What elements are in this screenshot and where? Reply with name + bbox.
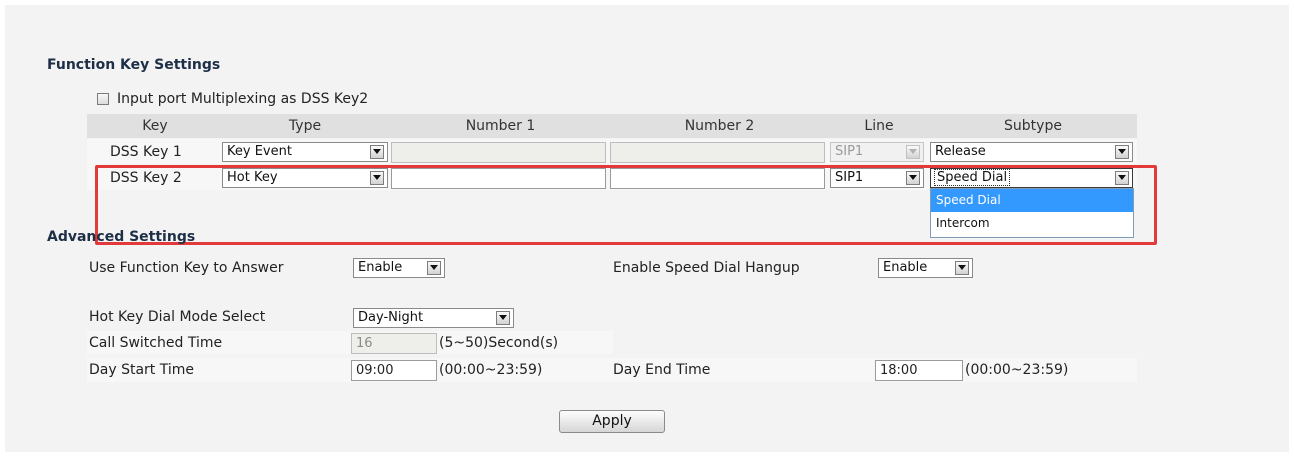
row1-number2-input (610, 142, 825, 163)
chevron-down-icon (906, 145, 920, 159)
row1-line-value: SIP1 (835, 144, 864, 159)
hotkey-mode-select[interactable]: Day-Night (353, 308, 514, 328)
speed-dial-hangup-label: Enable Speed Dial Hangup (613, 260, 800, 276)
advanced-settings-title: Advanced Settings (47, 229, 196, 245)
chevron-down-icon (370, 145, 384, 159)
day-end-label: Day End Time (613, 362, 711, 378)
use-fk-answer-label: Use Function Key to Answer (89, 260, 284, 276)
hotkey-mode-label: Hot Key Dial Mode Select (89, 309, 266, 325)
day-end-hint: (00:00~23:59) (965, 362, 1069, 378)
row1-subtype-select[interactable]: Release (930, 142, 1133, 162)
day-start-input[interactable]: 09:00 (351, 360, 437, 381)
row1-type-value: Key Event (227, 144, 292, 159)
header-number1: Number 1 (465, 118, 536, 134)
apply-button[interactable]: Apply (559, 410, 665, 433)
row1-subtype-value: Release (935, 144, 986, 159)
call-switched-label: Call Switched Time (89, 335, 223, 351)
header-type: Type (288, 118, 322, 134)
use-fk-answer-value: Enable (358, 260, 403, 275)
call-switched-hint: (5~50)Second(s) (439, 335, 559, 351)
speed-dial-hangup-select[interactable]: Enable (878, 258, 973, 278)
day-start-label: Day Start Time (89, 362, 195, 378)
settings-panel: Function Key Settings Input port Multipl… (5, 5, 1289, 452)
day-start-hint: (00:00~23:59) (439, 362, 543, 378)
row1-type-select[interactable]: Key Event (222, 142, 388, 162)
chevron-down-icon (496, 311, 510, 325)
header-number2: Number 2 (684, 118, 755, 134)
multiplex-checkbox[interactable] (97, 93, 109, 105)
highlight-frame (95, 165, 1157, 245)
speed-dial-hangup-value: Enable (883, 260, 928, 275)
row1-key: DSS Key 1 (110, 144, 182, 160)
call-switched-input: 16 (351, 333, 437, 354)
multiplex-label: Input port Multiplexing as DSS Key2 (117, 91, 369, 107)
day-end-input[interactable]: 18:00 (875, 360, 963, 381)
chevron-down-icon (427, 261, 441, 275)
chevron-down-icon (1115, 145, 1129, 159)
row1-number1-input (391, 142, 606, 163)
use-fk-answer-select[interactable]: Enable (353, 258, 445, 278)
header-line: Line (864, 118, 894, 134)
function-key-title: Function Key Settings (47, 57, 221, 73)
hotkey-mode-value: Day-Night (358, 310, 424, 325)
chevron-down-icon (955, 261, 969, 275)
header-subtype: Subtype (1004, 118, 1062, 134)
header-key: Key (142, 118, 168, 134)
row1-line-select: SIP1 (830, 142, 924, 162)
